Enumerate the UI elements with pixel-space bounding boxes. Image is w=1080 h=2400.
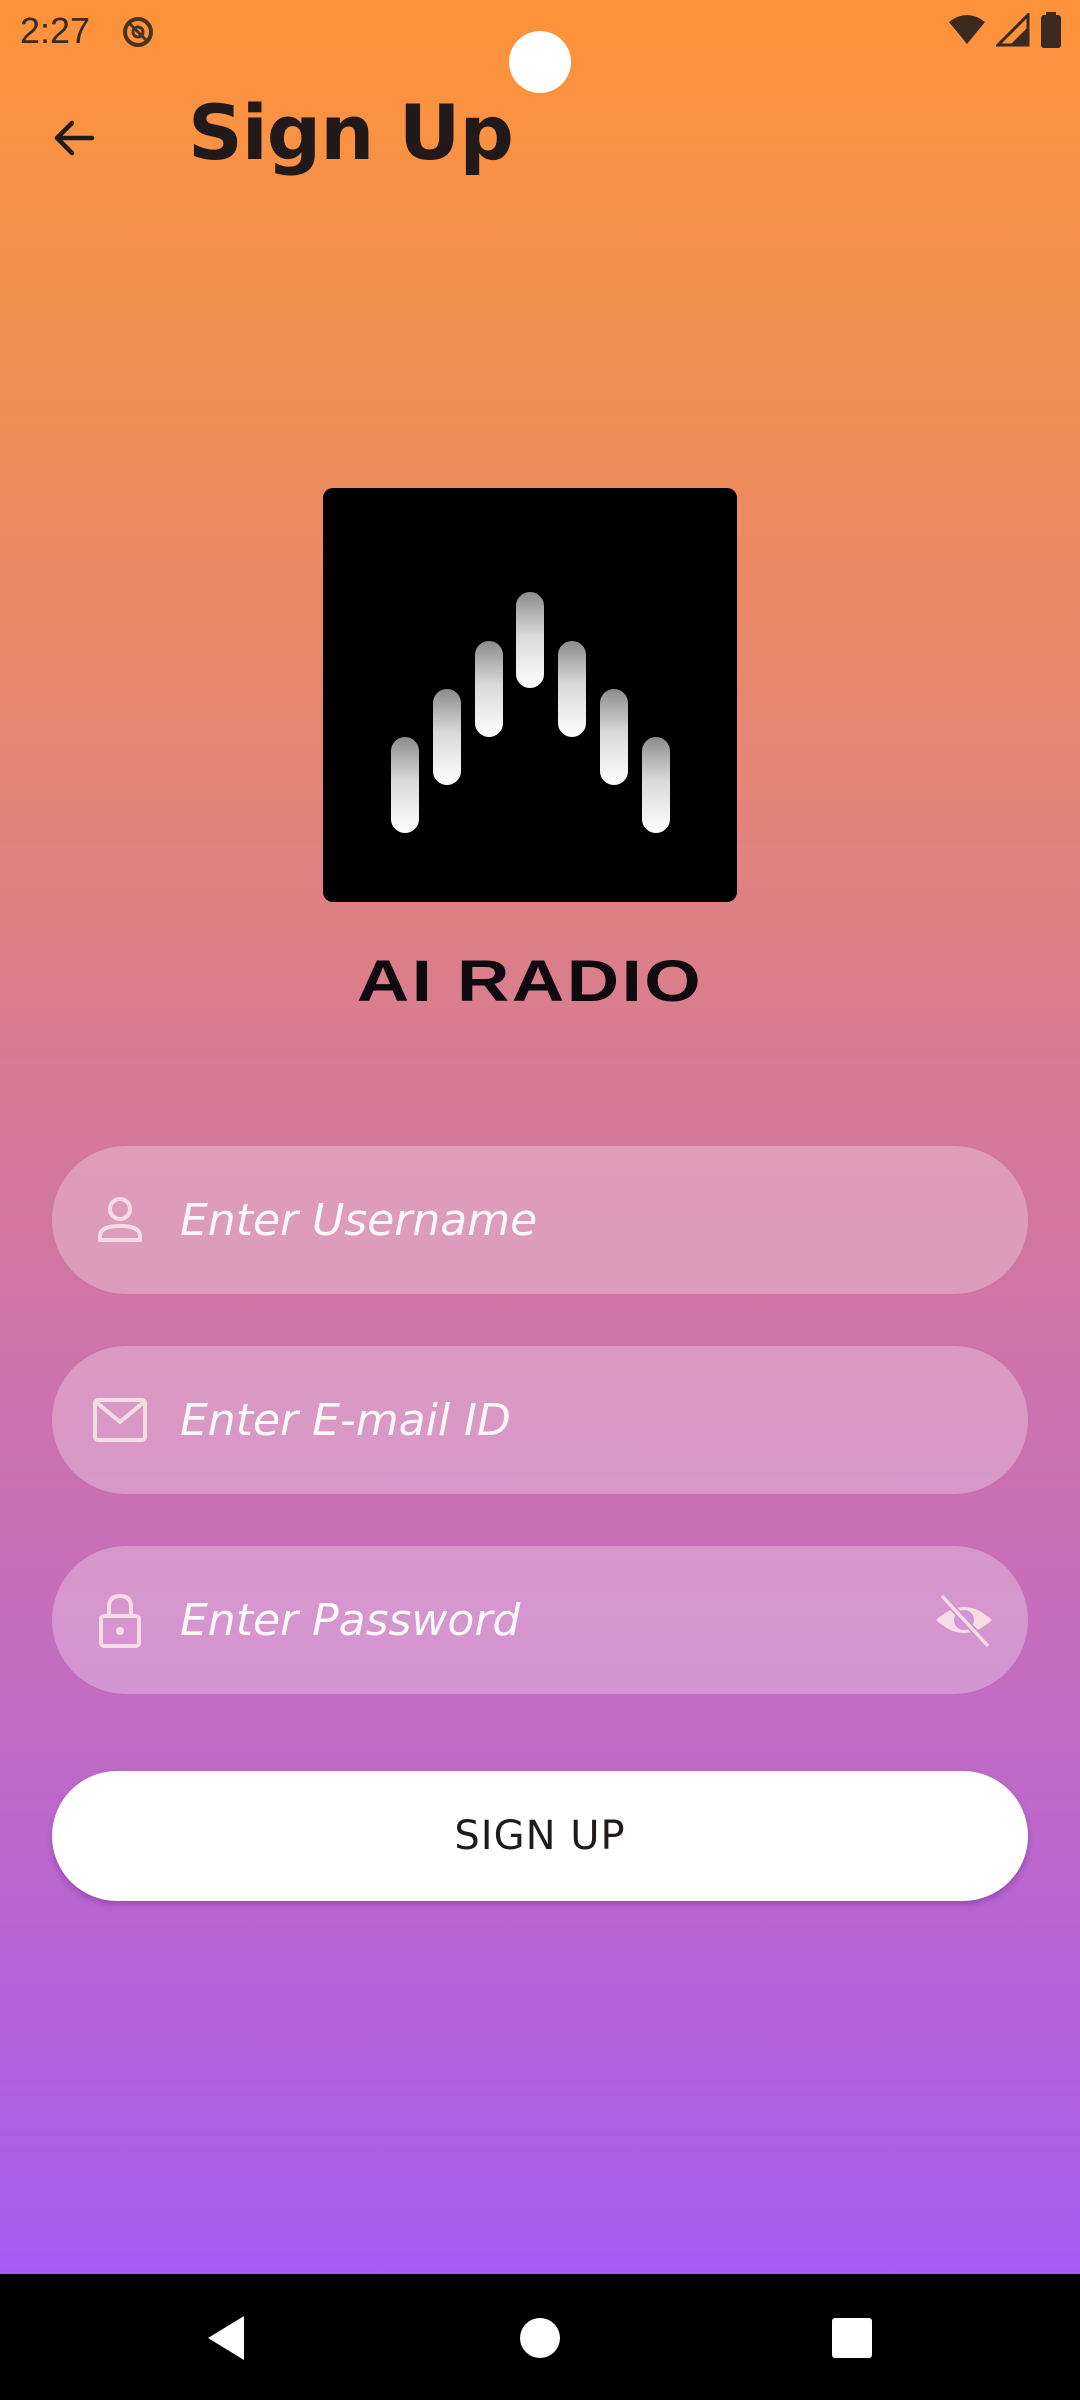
sign-up-button[interactable]: SIGN UP bbox=[52, 1771, 1028, 1901]
sign-up-screen: 2:27 Sign Up AI RADIO Enter Username Ent… bbox=[0, 0, 1080, 2400]
battery-icon bbox=[1041, 12, 1061, 48]
password-input[interactable] bbox=[180, 1546, 940, 1694]
username-field[interactable] bbox=[52, 1146, 1028, 1294]
app-logo bbox=[323, 488, 737, 902]
home-circle-icon[interactable] bbox=[510, 2308, 570, 2368]
password-field[interactable] bbox=[52, 1546, 1028, 1694]
soundwave-logo-icon bbox=[389, 590, 672, 835]
signal-icon bbox=[996, 13, 1030, 47]
brand-name: AI RADIO bbox=[356, 949, 704, 1014]
recents-square-icon[interactable] bbox=[822, 2308, 882, 2368]
person-icon bbox=[98, 1197, 142, 1242]
lock-icon bbox=[99, 1593, 141, 1648]
back-triangle-icon[interactable] bbox=[196, 2308, 256, 2368]
arrow-back-icon bbox=[54, 120, 95, 156]
email-input[interactable] bbox=[180, 1346, 940, 1494]
notification-icon bbox=[123, 17, 153, 47]
username-input[interactable] bbox=[180, 1146, 940, 1294]
page-title: Sign Up bbox=[188, 88, 514, 177]
status-icons bbox=[948, 12, 1062, 48]
eye-off-icon[interactable] bbox=[932, 1590, 996, 1650]
wifi-icon bbox=[949, 15, 985, 44]
back-button[interactable] bbox=[36, 100, 112, 176]
camera-cutout bbox=[509, 31, 571, 93]
mail-icon bbox=[93, 1398, 147, 1442]
navigation-bar bbox=[0, 2274, 1080, 2400]
email-field[interactable] bbox=[52, 1346, 1028, 1494]
status-time: 2:27 bbox=[20, 10, 91, 51]
